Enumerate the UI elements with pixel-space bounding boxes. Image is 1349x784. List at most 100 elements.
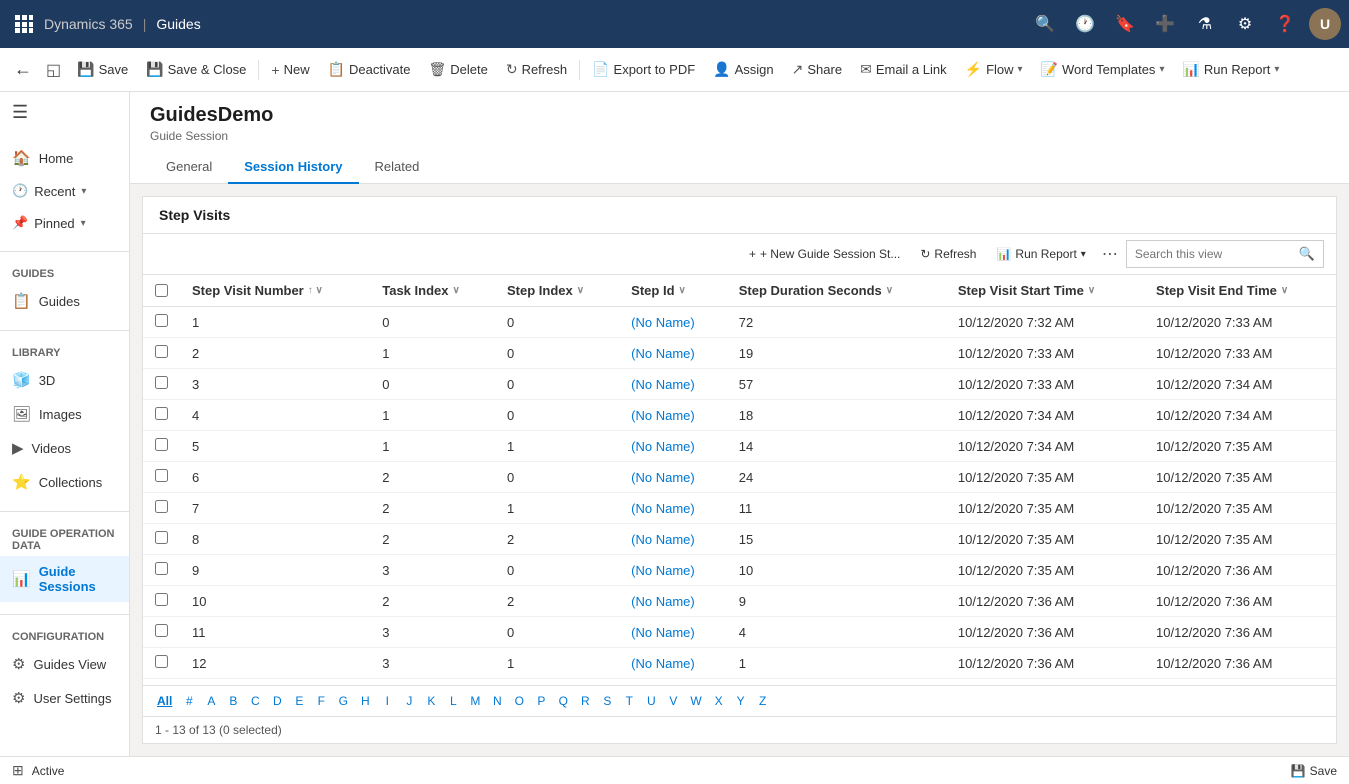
alpha-btn-f[interactable]: F xyxy=(310,690,332,712)
expand-button[interactable]: ◱ xyxy=(40,60,67,80)
alpha-btn-q[interactable]: Q xyxy=(552,690,574,712)
cell-step-id[interactable]: (No Name) xyxy=(619,338,727,369)
cell-checkbox[interactable] xyxy=(143,524,180,555)
col-step-id[interactable]: Step Id ∨ xyxy=(619,275,727,307)
waffle-menu[interactable] xyxy=(8,8,40,40)
alpha-btn-d[interactable]: D xyxy=(266,690,288,712)
cell-checkbox[interactable] xyxy=(143,555,180,586)
alpha-btn-k[interactable]: K xyxy=(420,690,442,712)
sv-refresh-button[interactable]: ↻ Refresh xyxy=(912,240,984,268)
alpha-btn-t[interactable]: T xyxy=(618,690,640,712)
sidebar-item-images[interactable]: 🖼 Images xyxy=(0,397,129,431)
cell-checkbox[interactable] xyxy=(143,586,180,617)
row-checkbox[interactable] xyxy=(155,407,168,420)
recent-icon[interactable]: 🕐 xyxy=(1069,8,1101,40)
save-close-button[interactable]: 💾 Save & Close xyxy=(138,54,254,86)
assign-button[interactable]: 👤 Assign xyxy=(705,54,781,86)
settings-icon[interactable]: ⚙ xyxy=(1229,8,1261,40)
col-step-visit-number[interactable]: Step Visit Number ↑ ∨ xyxy=(180,275,370,307)
alpha-btn-c[interactable]: C xyxy=(244,690,266,712)
row-checkbox[interactable] xyxy=(155,438,168,451)
alpha-btn-m[interactable]: M xyxy=(464,690,486,712)
alpha-btn-y[interactable]: Y xyxy=(730,690,752,712)
sidebar-menu-toggle[interactable]: ☰ xyxy=(0,92,129,133)
alpha-btn-n[interactable]: N xyxy=(486,690,508,712)
cell-step-id[interactable]: (No Name) xyxy=(619,462,727,493)
row-checkbox[interactable] xyxy=(155,345,168,358)
save-button[interactable]: 💾 Save xyxy=(69,54,136,86)
alpha-btn-x[interactable]: X xyxy=(708,690,730,712)
alpha-btn-u[interactable]: U xyxy=(640,690,662,712)
alpha-btn-l[interactable]: L xyxy=(442,690,464,712)
alpha-btn-h[interactable]: H xyxy=(354,690,376,712)
word-templates-button[interactable]: 📝 Word Templates ▾ xyxy=(1033,54,1173,86)
col-start-time[interactable]: Step Visit Start Time ∨ xyxy=(946,275,1144,307)
alpha-btn-j[interactable]: J xyxy=(398,690,420,712)
col-end-time[interactable]: Step Visit End Time ∨ xyxy=(1144,275,1336,307)
row-checkbox[interactable] xyxy=(155,655,168,668)
alpha-btn-all[interactable]: All xyxy=(151,690,178,712)
alpha-btn-b[interactable]: B xyxy=(222,690,244,712)
cell-step-id[interactable]: (No Name) xyxy=(619,524,727,555)
sidebar-item-user-settings[interactable]: ⚙ User Settings xyxy=(0,681,129,715)
cell-step-id[interactable]: (No Name) xyxy=(619,400,727,431)
sidebar-item-3d[interactable]: 🧊 3D xyxy=(0,363,129,397)
cell-checkbox[interactable] xyxy=(143,648,180,679)
alpha-btn-e[interactable]: E xyxy=(288,690,310,712)
alpha-btn-z[interactable]: Z xyxy=(752,690,774,712)
cell-checkbox[interactable] xyxy=(143,400,180,431)
row-checkbox[interactable] xyxy=(155,624,168,637)
col-step-index[interactable]: Step Index ∨ xyxy=(495,275,619,307)
sv-run-report-button[interactable]: 📊 Run Report ▾ xyxy=(988,240,1093,268)
alpha-btn-v[interactable]: V xyxy=(662,690,684,712)
alpha-btn-s[interactable]: S xyxy=(596,690,618,712)
cell-checkbox[interactable] xyxy=(143,369,180,400)
search-icon[interactable]: 🔍 xyxy=(1029,8,1061,40)
sidebar-item-collections[interactable]: ⭐ Collections xyxy=(0,465,129,499)
search-input[interactable] xyxy=(1135,247,1295,261)
back-button[interactable]: ← xyxy=(8,59,38,80)
alpha-btn-w[interactable]: W xyxy=(684,690,707,712)
sidebar-item-recent[interactable]: 🕐 Recent ▾ xyxy=(0,175,129,207)
help-icon[interactable]: ❓ xyxy=(1269,8,1301,40)
new-guide-session-button[interactable]: + + New Guide Session St... xyxy=(741,240,908,268)
cell-step-id[interactable]: (No Name) xyxy=(619,307,727,338)
export-pdf-button[interactable]: 📄 Export to PDF xyxy=(584,54,703,86)
flow-button[interactable]: ⚡ Flow ▾ xyxy=(957,54,1031,86)
sidebar-item-guide-sessions[interactable]: 📊 Guide Sessions xyxy=(0,556,129,602)
alpha-btn-r[interactable]: R xyxy=(574,690,596,712)
col-task-index[interactable]: Task Index ∨ xyxy=(370,275,495,307)
sidebar-item-home[interactable]: 🏠 Home xyxy=(0,141,129,175)
email-link-button[interactable]: ✉ Email a Link xyxy=(852,54,955,86)
sidebar-item-pinned[interactable]: 📌 Pinned ▾ xyxy=(0,207,129,239)
col-checkbox[interactable] xyxy=(143,275,180,307)
avatar[interactable]: U xyxy=(1309,8,1341,40)
alpha-btn-#[interactable]: # xyxy=(178,690,200,712)
tab-related[interactable]: Related xyxy=(359,151,436,184)
cell-checkbox[interactable] xyxy=(143,617,180,648)
tab-general[interactable]: General xyxy=(150,151,228,184)
cell-checkbox[interactable] xyxy=(143,462,180,493)
share-button[interactable]: ↗ Share xyxy=(784,54,850,86)
select-all-checkbox[interactable] xyxy=(155,284,168,297)
alpha-btn-i[interactable]: I xyxy=(376,690,398,712)
row-checkbox[interactable] xyxy=(155,314,168,327)
cell-step-id[interactable]: (No Name) xyxy=(619,431,727,462)
cell-step-id[interactable]: (No Name) xyxy=(619,617,727,648)
refresh-button[interactable]: ↻ Refresh xyxy=(498,54,575,86)
cell-step-id[interactable]: (No Name) xyxy=(619,555,727,586)
row-checkbox[interactable] xyxy=(155,562,168,575)
cell-checkbox[interactable] xyxy=(143,431,180,462)
cell-checkbox[interactable] xyxy=(143,493,180,524)
sv-more-options[interactable]: ⋯ xyxy=(1098,244,1122,264)
tab-session-history[interactable]: Session History xyxy=(228,151,358,184)
run-report-button[interactable]: 📊 Run Report ▾ xyxy=(1174,54,1287,86)
new-button[interactable]: + New xyxy=(263,54,317,86)
row-checkbox[interactable] xyxy=(155,376,168,389)
bookmark-icon[interactable]: 🔖 xyxy=(1109,8,1141,40)
alpha-btn-p[interactable]: P xyxy=(530,690,552,712)
expand-status-icon[interactable]: ⊞ xyxy=(12,762,24,779)
cell-step-id[interactable]: (No Name) xyxy=(619,648,727,679)
alpha-btn-g[interactable]: G xyxy=(332,690,354,712)
add-icon[interactable]: ➕ xyxy=(1149,8,1181,40)
